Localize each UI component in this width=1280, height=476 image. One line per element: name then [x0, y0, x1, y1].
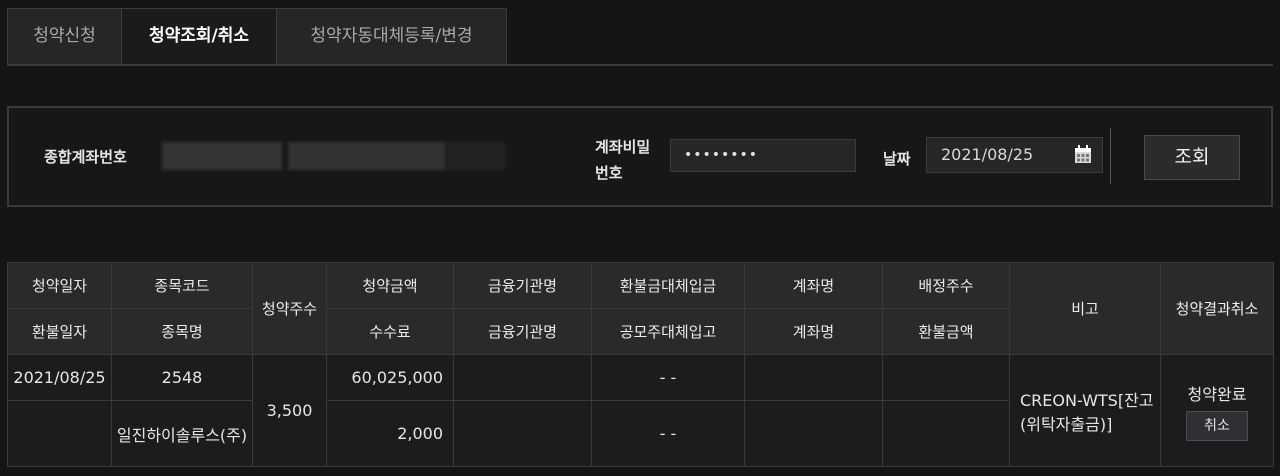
tab-auto-transfer-register[interactable]: 청약자동대체등록/변경 [276, 8, 507, 65]
cell-stock-code: 2548 [111, 354, 253, 401]
header-institution: 금융기관명 [453, 262, 592, 309]
cell-account-name [744, 354, 883, 401]
cell-subscription-date: 2021/08/25 [7, 354, 112, 401]
date-input[interactable]: 2021/08/25 [926, 137, 1103, 173]
cell-account-name-2 [744, 400, 883, 467]
account-number-label: 종합계좌번호 [44, 148, 127, 166]
account-password-label-line1: 계좌비밀 [595, 138, 651, 156]
header-refund-amount: 환불금액 [882, 308, 1010, 355]
cell-ipo-transfer: - - [591, 400, 745, 467]
cell-institution-2 [453, 400, 592, 467]
tab-divider [7, 64, 1273, 66]
header-stock-name: 종목명 [111, 308, 253, 355]
account-number-field[interactable] [162, 142, 282, 170]
date-label: 날짜 [883, 150, 911, 168]
cell-stock-name: 일진하이솔루스(주) [111, 400, 253, 467]
header-cancel-result: 청약결과취소 [1160, 262, 1274, 355]
header-allocated-qty: 배정주수 [882, 262, 1010, 309]
cell-cancel-result: 청약완료 취소 [1160, 354, 1274, 467]
calendar-icon[interactable] [1074, 145, 1092, 164]
tab-subscription-apply[interactable]: 청약신청 [7, 8, 121, 65]
cell-subscription-amount: 60,025,000 [326, 354, 454, 401]
tab-subscription-inquiry[interactable]: 청약조회/취소 [121, 8, 276, 65]
cancel-button[interactable]: 취소 [1186, 410, 1248, 441]
cell-refund-transfer: - - [591, 354, 745, 401]
header-stock-code: 종목코드 [111, 262, 253, 309]
header-subscription-qty: 청약주수 [252, 262, 327, 355]
cell-refund-date [7, 400, 112, 467]
header-refund-transfer: 환불금대체입금 [591, 262, 745, 309]
header-ipo-transfer: 공모주대체입고 [591, 308, 745, 355]
header-subscription-date: 청약일자 [7, 262, 112, 309]
table-row[interactable]: 2021/08/25 2548 3,500 60,025,000 - - CRE… [7, 354, 1274, 467]
status-text: 청약완료 [1187, 384, 1247, 404]
search-panel: 종합계좌번호 계좌비밀 번호 •••••••• 날짜 2021/08/25 조회 [7, 106, 1273, 207]
cell-allocated-qty [882, 354, 1010, 401]
date-value: 2021/08/25 [941, 145, 1034, 164]
header-refund-date: 환불일자 [7, 308, 112, 355]
subscription-window: 청약신청 청약조회/취소 청약자동대체등록/변경 종합계좌번호 계좌비밀 번호 … [0, 0, 1280, 476]
account-password-label: 계좌비밀 번호 [595, 134, 650, 186]
search-divider [1110, 128, 1111, 184]
account-password-input[interactable]: •••••••• [670, 139, 856, 172]
search-button[interactable]: 조회 [1144, 135, 1240, 180]
account-number-suffix-field[interactable] [288, 142, 446, 170]
cell-fee: 2,000 [326, 400, 454, 467]
tab-bar: 청약신청 청약조회/취소 청약자동대체등록/변경 [7, 8, 507, 65]
subscription-table: 청약일자 종목코드 청약주수 청약금액 금융기관명 환불금대체입금 계좌명 배정… [7, 262, 1274, 467]
header-subscription-amount: 청약금액 [326, 262, 454, 309]
header-fee: 수수료 [326, 308, 454, 355]
header-account-name-2: 계좌명 [744, 308, 883, 355]
cell-subscription-qty: 3,500 [252, 354, 327, 467]
cell-refund-amount [882, 400, 1010, 467]
cell-remark: CREON-WTS[잔고(위탁자출금)] [1009, 354, 1161, 467]
header-remark: 비고 [1009, 262, 1161, 355]
account-owner-field [446, 142, 506, 170]
header-institution-2: 금융기관명 [453, 308, 592, 355]
header-account-name: 계좌명 [744, 262, 883, 309]
account-password-label-line2: 번호 [595, 164, 623, 182]
cell-institution [453, 354, 592, 401]
